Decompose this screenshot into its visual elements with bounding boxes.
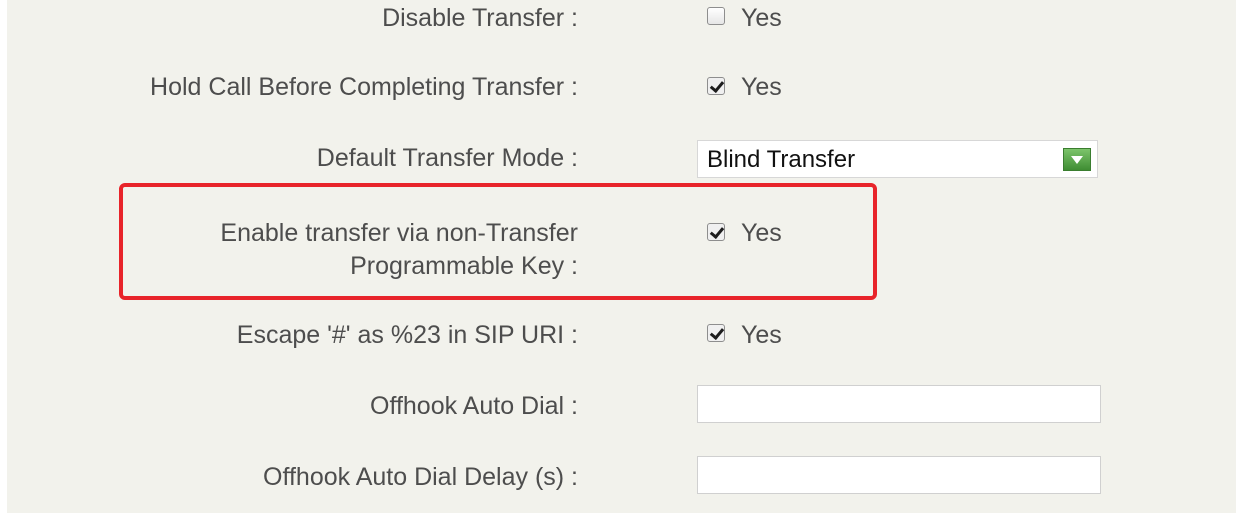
- escape-hash-yes-label: Yes: [741, 321, 782, 349]
- escape-hash-label: Escape '#' as %23 in SIP URI :: [236, 321, 578, 349]
- default-transfer-mode-value: Blind Transfer: [707, 146, 856, 173]
- offhook-auto-dial-delay-label: Offhook Auto Dial Delay (s) :: [263, 463, 578, 491]
- disable-transfer-checkbox[interactable]: [707, 7, 725, 25]
- enable-transfer-label-line1: Enable transfer via non-Transfer: [220, 219, 578, 247]
- hold-call-label: Hold Call Before Completing Transfer :: [150, 73, 578, 101]
- escape-hash-checkbox[interactable]: [707, 324, 725, 342]
- disable-transfer-label: Disable Transfer :: [382, 4, 578, 32]
- enable-transfer-label-line2: Programmable Key :: [350, 252, 578, 280]
- default-transfer-mode-label: Default Transfer Mode :: [316, 144, 578, 172]
- offhook-auto-dial-delay-input[interactable]: [697, 456, 1101, 494]
- offhook-auto-dial-input[interactable]: [697, 385, 1101, 423]
- hold-call-yes-label: Yes: [741, 73, 782, 101]
- dropdown-arrow-icon[interactable]: [1063, 148, 1091, 171]
- enable-transfer-yes-label: Yes: [741, 219, 782, 247]
- enable-transfer-checkbox[interactable]: [707, 223, 725, 241]
- default-transfer-mode-select[interactable]: Blind Transfer: [697, 140, 1098, 178]
- hold-call-checkbox[interactable]: [707, 77, 725, 95]
- offhook-auto-dial-label: Offhook Auto Dial :: [370, 392, 578, 420]
- disable-transfer-yes-label: Yes: [741, 4, 782, 32]
